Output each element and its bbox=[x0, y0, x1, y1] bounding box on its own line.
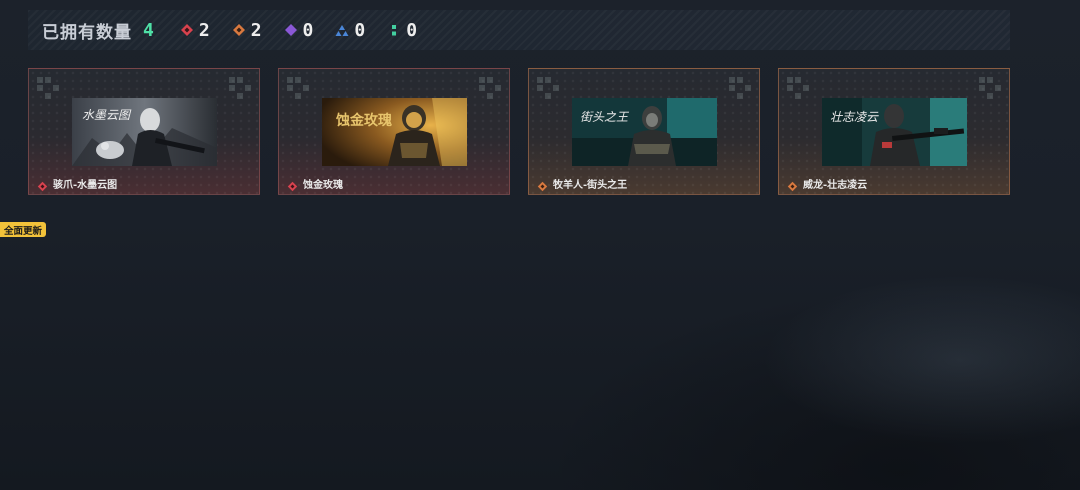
orange-diamond-icon bbox=[787, 177, 798, 192]
rarity-blue-count: 0 bbox=[335, 20, 365, 41]
rarity-count: 2 bbox=[198, 19, 210, 41]
decor-pattern bbox=[229, 77, 251, 99]
skin-thumbnail: 蚀金玫瑰 bbox=[322, 98, 467, 166]
skin-card[interactable]: 蚀金玫瑰 蚀金玫瑰 bbox=[278, 68, 510, 195]
decor-pattern bbox=[479, 77, 501, 99]
skin-card[interactable]: 壮志凌云 威龙-壮志凌云 bbox=[778, 68, 1010, 195]
decor-pattern bbox=[287, 77, 309, 99]
skin-art-title: 街头之王 bbox=[580, 110, 629, 124]
skin-card[interactable]: 街头之王 牧羊人-街头之王 bbox=[528, 68, 760, 195]
rarity-red-count: 2 bbox=[180, 20, 210, 41]
skin-card[interactable]: 水墨云图 骇爪-水墨云图 bbox=[28, 68, 260, 195]
skin-art-title: 水墨云图 bbox=[82, 108, 131, 122]
rarity-count: 2 bbox=[250, 19, 262, 41]
skin-name: 骇爪-水墨云图 bbox=[53, 180, 118, 191]
skin-thumbnail: 壮志凌云 bbox=[822, 98, 967, 166]
red-diamond-icon bbox=[180, 23, 194, 37]
skin-thumbnail: 水墨云图 bbox=[72, 98, 217, 166]
orange-diamond-icon bbox=[537, 177, 548, 192]
purple-diamond-icon bbox=[284, 23, 298, 37]
rarity-green-count: 0 bbox=[387, 20, 417, 41]
skin-art-title: 壮志凌云 bbox=[830, 110, 879, 124]
rarity-count: 0 bbox=[354, 19, 366, 41]
owned-count-title: 已拥有数量 bbox=[42, 22, 132, 43]
full-update-badge[interactable]: 全面更新 bbox=[0, 222, 47, 237]
skin-name: 蚀金玫瑰 bbox=[303, 180, 343, 191]
decor-pattern bbox=[729, 77, 751, 99]
red-diamond-icon bbox=[37, 177, 48, 192]
skin-art-title: 蚀金玫瑰 bbox=[336, 113, 392, 129]
skin-name: 威龙-壮志凌云 bbox=[803, 180, 868, 191]
decor-pattern bbox=[787, 77, 809, 99]
green-dots-icon bbox=[387, 23, 401, 37]
skin-thumbnail: 街头之王 bbox=[572, 98, 717, 166]
rarity-purple-count: 0 bbox=[284, 19, 314, 41]
owned-summary-bar: 已拥有数量 4 2 2 0 0 0 bbox=[28, 10, 1010, 50]
orange-diamond-icon bbox=[232, 23, 246, 37]
decor-pattern bbox=[37, 77, 59, 99]
rarity-count: 0 bbox=[302, 19, 314, 41]
blue-triangle-icon bbox=[335, 23, 349, 37]
owned-total-count: 4 bbox=[143, 19, 154, 41]
decor-pattern bbox=[979, 77, 1001, 99]
rarity-orange-count: 2 bbox=[232, 20, 262, 41]
red-diamond-icon bbox=[287, 177, 298, 192]
skin-name: 牧羊人-街头之王 bbox=[553, 180, 628, 191]
decor-pattern bbox=[537, 77, 559, 99]
rarity-count: 0 bbox=[406, 19, 418, 41]
